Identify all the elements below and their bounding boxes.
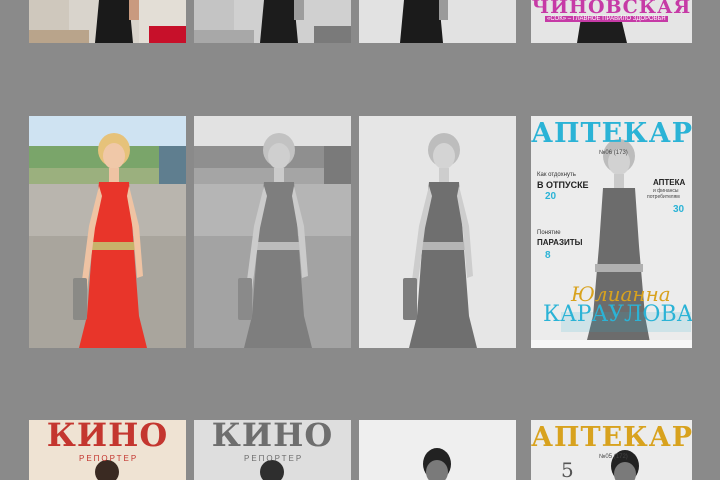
headline-2b: ПАРАЗИТЫ xyxy=(537,238,583,247)
photo-tile-r3-studio[interactable] xyxy=(359,420,516,480)
cover-issue-r3: №05 (172) xyxy=(599,454,628,460)
photo-tile-r1-studio[interactable] xyxy=(359,0,516,43)
cover-logo-r3: АПТЕКАРЬ xyxy=(531,422,692,453)
cover-subtitle: «СОК» – ГЛАВНОЕ ПРАВИЛО ЗДОРОВЬЯ xyxy=(545,16,668,22)
headline-1b: В ОТПУСКЕ xyxy=(537,180,589,190)
photo-tile-r2-gray[interactable] xyxy=(194,116,351,348)
headline-number-1: 20 xyxy=(545,191,557,202)
magazine-cover-r2[interactable]: АПТЕКАРЬ №06 (173) Как отдохнуть В ОТПУС… xyxy=(531,116,692,348)
cover-logo: АПТЕКАРЬ xyxy=(531,118,692,149)
photo-tile-r1-color[interactable] xyxy=(29,0,186,43)
right-headline-1c: потребителям xyxy=(647,194,680,200)
right-number-1: 30 xyxy=(673,204,685,215)
headline-number-2: 8 xyxy=(545,250,551,261)
magazine-kino-r3-gray[interactable]: КИНО РЕПОРТЕР xyxy=(194,420,351,480)
photo-tile-r2-studio[interactable] xyxy=(359,116,516,348)
magazine-cover-r1[interactable]: ЧИНОВСКАЯ «СОК» – ГЛАВНОЕ ПРАВИЛО ЗДОРОВ… xyxy=(531,0,692,43)
cover-issue: №06 (173) xyxy=(599,150,628,156)
kino-title-gray: КИНО xyxy=(211,420,334,454)
kino-title: КИНО xyxy=(46,420,169,454)
photo-tile-r1-gray[interactable] xyxy=(194,0,351,43)
magazine-kino-r3-color[interactable]: КИНО РЕПОРТЕР xyxy=(29,420,186,480)
headline-1a: Как отдохнуть xyxy=(537,172,576,178)
photo-tile-r2-color[interactable] xyxy=(29,116,186,348)
cover-name-last: КАРАУЛОВА xyxy=(543,302,692,327)
right-headline-1: АПТЕКА xyxy=(653,178,686,187)
cover-number-r3: 5 xyxy=(561,458,574,480)
headline-2a: Понятие xyxy=(537,230,561,236)
magazine-cover-r3[interactable]: АПТЕКАРЬ №05 (172) 5 xyxy=(531,420,692,480)
kino-sub: РЕПОРТЕР xyxy=(79,454,139,463)
kino-sub-gray: РЕПОРТЕР xyxy=(244,454,304,463)
